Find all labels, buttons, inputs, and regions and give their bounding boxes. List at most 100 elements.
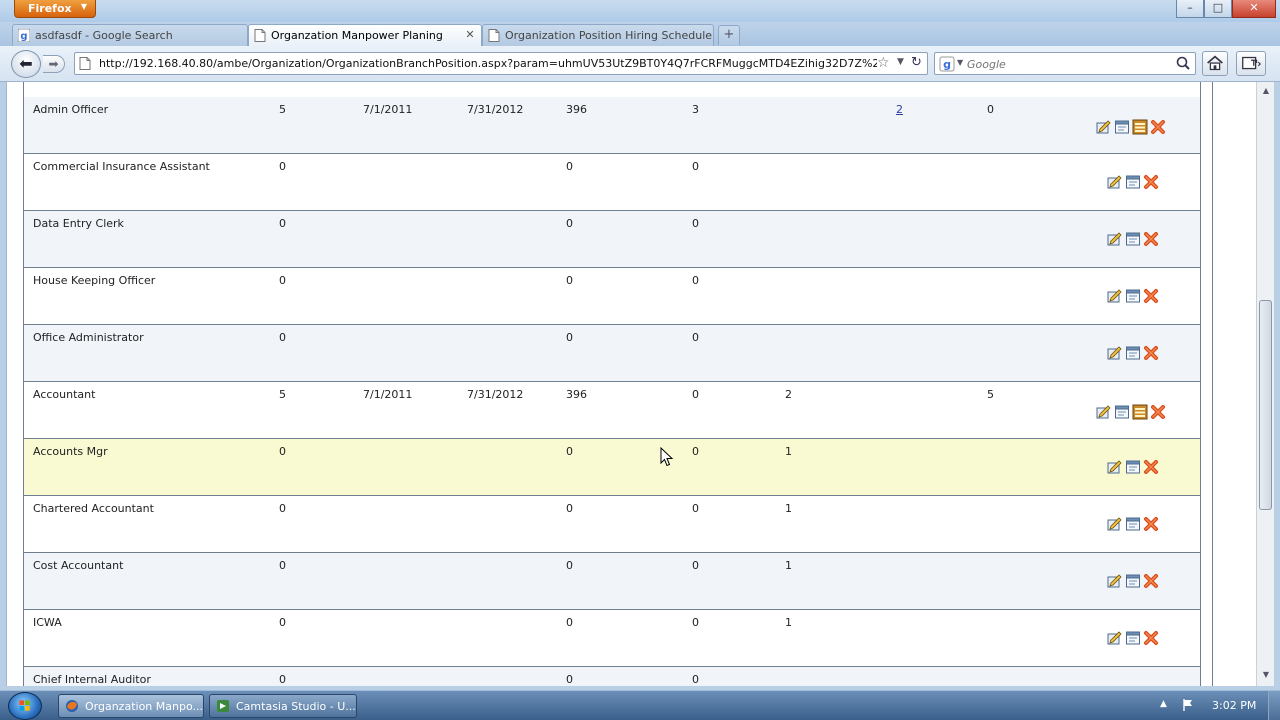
window-titlebar: Firefox ▼ – □ ✕ — [0, 0, 1280, 22]
view-icon[interactable] — [1114, 404, 1130, 420]
edit-icon[interactable] — [1107, 174, 1123, 190]
table-row: Office Administrator 0 0 0 — [24, 325, 1200, 382]
view-icon[interactable] — [1125, 516, 1141, 532]
delete-icon[interactable] — [1150, 119, 1166, 135]
window-controls: – □ ✕ — [1176, 0, 1276, 18]
edit-icon[interactable] — [1107, 345, 1123, 361]
position-name-cell: Chartered Accountant — [33, 502, 154, 515]
navigation-toolbar: ⬅ ➡ http://192.168.40.80/ambe/Organizati… — [0, 46, 1280, 82]
tab-google-search[interactable]: g asdfasdf - Google Search — [12, 24, 248, 46]
edit-icon[interactable] — [1107, 288, 1123, 304]
tab-hiring-schedule[interactable]: Organization Position Hiring Schedule — [482, 24, 714, 46]
maximize-button[interactable]: □ — [1204, 0, 1232, 18]
edit-icon[interactable] — [1107, 516, 1123, 532]
delete-icon[interactable] — [1143, 345, 1159, 361]
chevron-up-icon[interactable]: ▲ — [1160, 699, 1167, 709]
delete-icon[interactable] — [1143, 231, 1159, 247]
position-name-cell: Accountant — [33, 388, 96, 401]
scroll-down-icon[interactable]: ▼ — [1260, 670, 1272, 682]
table-row: Chief Internal Auditor 0 0 0 — [24, 667, 1200, 686]
show-desktop-button[interactable] — [1268, 691, 1280, 720]
chevron-down-icon[interactable]: ▼ — [897, 57, 904, 67]
url-text[interactable]: http://192.168.40.80/ambe/Organization/O… — [99, 57, 877, 70]
position-name-cell: ICWA — [33, 616, 62, 629]
row-actions — [1107, 516, 1159, 532]
delete-icon[interactable] — [1143, 459, 1159, 475]
google-icon: g — [18, 29, 30, 42]
schedule-icon[interactable] — [1132, 404, 1148, 420]
table-row: Admin Officer 5 7/1/2011 7/31/2012 396 3 2 0 — [24, 97, 1200, 154]
value-cell-c1: 0 — [279, 274, 286, 287]
taskbar-camtasia[interactable]: Camtasia Studio - U... — [209, 694, 357, 718]
value-cell-c4: 0 — [566, 274, 573, 287]
bookmarks-button[interactable] — [1236, 51, 1266, 76]
action-center-flag-icon[interactable] — [1182, 698, 1194, 712]
delete-icon[interactable] — [1150, 404, 1166, 420]
home-button[interactable] — [1202, 51, 1228, 76]
back-button[interactable]: ⬅ — [11, 50, 41, 78]
delete-icon[interactable] — [1143, 174, 1159, 190]
forward-button[interactable]: ➡ — [43, 55, 65, 73]
firefox-menu-label: Firefox — [28, 2, 72, 15]
schedule-icon[interactable] — [1132, 119, 1148, 135]
tab-manpower-planing[interactable]: Organzation Manpower Planing ✕ — [248, 24, 482, 47]
clock[interactable]: 3:02 PM — [1212, 699, 1256, 712]
view-icon[interactable] — [1125, 573, 1141, 589]
edit-icon[interactable] — [1107, 459, 1123, 475]
edit-icon[interactable] — [1107, 231, 1123, 247]
star-icon[interactable]: ☆ — [877, 55, 890, 71]
view-icon[interactable] — [1125, 231, 1141, 247]
value-cell-c4: 0 — [566, 673, 573, 686]
value-cell-c5: 0 — [692, 559, 699, 572]
value-cell-c4: 0 — [566, 445, 573, 458]
chevron-down-icon[interactable]: ▼ — [957, 58, 963, 67]
value-cell-c5: 0 — [692, 331, 699, 344]
new-tab-button[interactable]: + — [718, 25, 740, 45]
taskbar: Organzation Manpo... Camtasia Studio - U… — [0, 690, 1280, 720]
tab-label: Organization Position Hiring Schedule — [505, 29, 713, 42]
google-icon[interactable]: g — [939, 56, 955, 72]
scrollbar-thumb[interactable] — [1259, 300, 1272, 510]
table-row: Chartered Accountant 0 0 0 1 — [24, 496, 1200, 553]
delete-icon[interactable] — [1143, 516, 1159, 532]
edit-icon[interactable] — [1096, 404, 1112, 420]
reload-icon[interactable]: ↻ — [911, 55, 922, 70]
view-icon[interactable] — [1114, 119, 1130, 135]
search-input[interactable] — [967, 56, 1167, 72]
taskbar-firefox[interactable]: Organzation Manpo... — [58, 694, 204, 718]
value-cell-c6: 2 — [785, 388, 792, 401]
arrow-left-icon: ⬅ — [19, 54, 33, 73]
row-actions — [1107, 288, 1159, 304]
view-icon[interactable] — [1125, 459, 1141, 475]
minimize-button[interactable]: – — [1176, 0, 1204, 18]
delete-icon[interactable] — [1143, 573, 1159, 589]
tab-label: Organzation Manpower Planing — [271, 29, 443, 42]
delete-icon[interactable] — [1143, 630, 1159, 646]
firefox-menu-button[interactable]: Firefox ▼ — [14, 0, 96, 18]
count-link[interactable]: 2 — [896, 103, 903, 116]
close-icon[interactable]: ✕ — [464, 29, 476, 41]
position-name-cell: Admin Officer — [33, 103, 109, 116]
value-cell-c2: 7/1/2011 — [363, 103, 413, 116]
start-button[interactable] — [8, 692, 42, 720]
search-icon[interactable] — [1175, 55, 1191, 71]
table-row: Commercial Insurance Assistant 0 0 0 — [24, 154, 1200, 211]
position-name-cell: Data Entry Clerk — [33, 217, 124, 230]
edit-icon[interactable] — [1096, 119, 1112, 135]
value-cell-c1: 0 — [279, 331, 286, 344]
close-button[interactable]: ✕ — [1232, 0, 1276, 18]
view-icon[interactable] — [1125, 174, 1141, 190]
edit-icon[interactable] — [1107, 630, 1123, 646]
view-icon[interactable] — [1125, 630, 1141, 646]
value-cell-c4: 0 — [566, 217, 573, 230]
value-cell-c5: 0 — [692, 160, 699, 173]
value-cell-c1: 5 — [279, 388, 286, 401]
scroll-up-icon[interactable]: ▲ — [1260, 86, 1272, 98]
delete-icon[interactable] — [1143, 288, 1159, 304]
view-icon[interactable] — [1125, 345, 1141, 361]
vertical-scrollbar[interactable]: ▲ ▼ — [1256, 82, 1274, 686]
address-bar[interactable]: http://192.168.40.80/ambe/Organization/O… — [74, 52, 928, 75]
edit-icon[interactable] — [1107, 573, 1123, 589]
view-icon[interactable] — [1125, 288, 1141, 304]
value-cell-c5: 0 — [692, 616, 699, 629]
